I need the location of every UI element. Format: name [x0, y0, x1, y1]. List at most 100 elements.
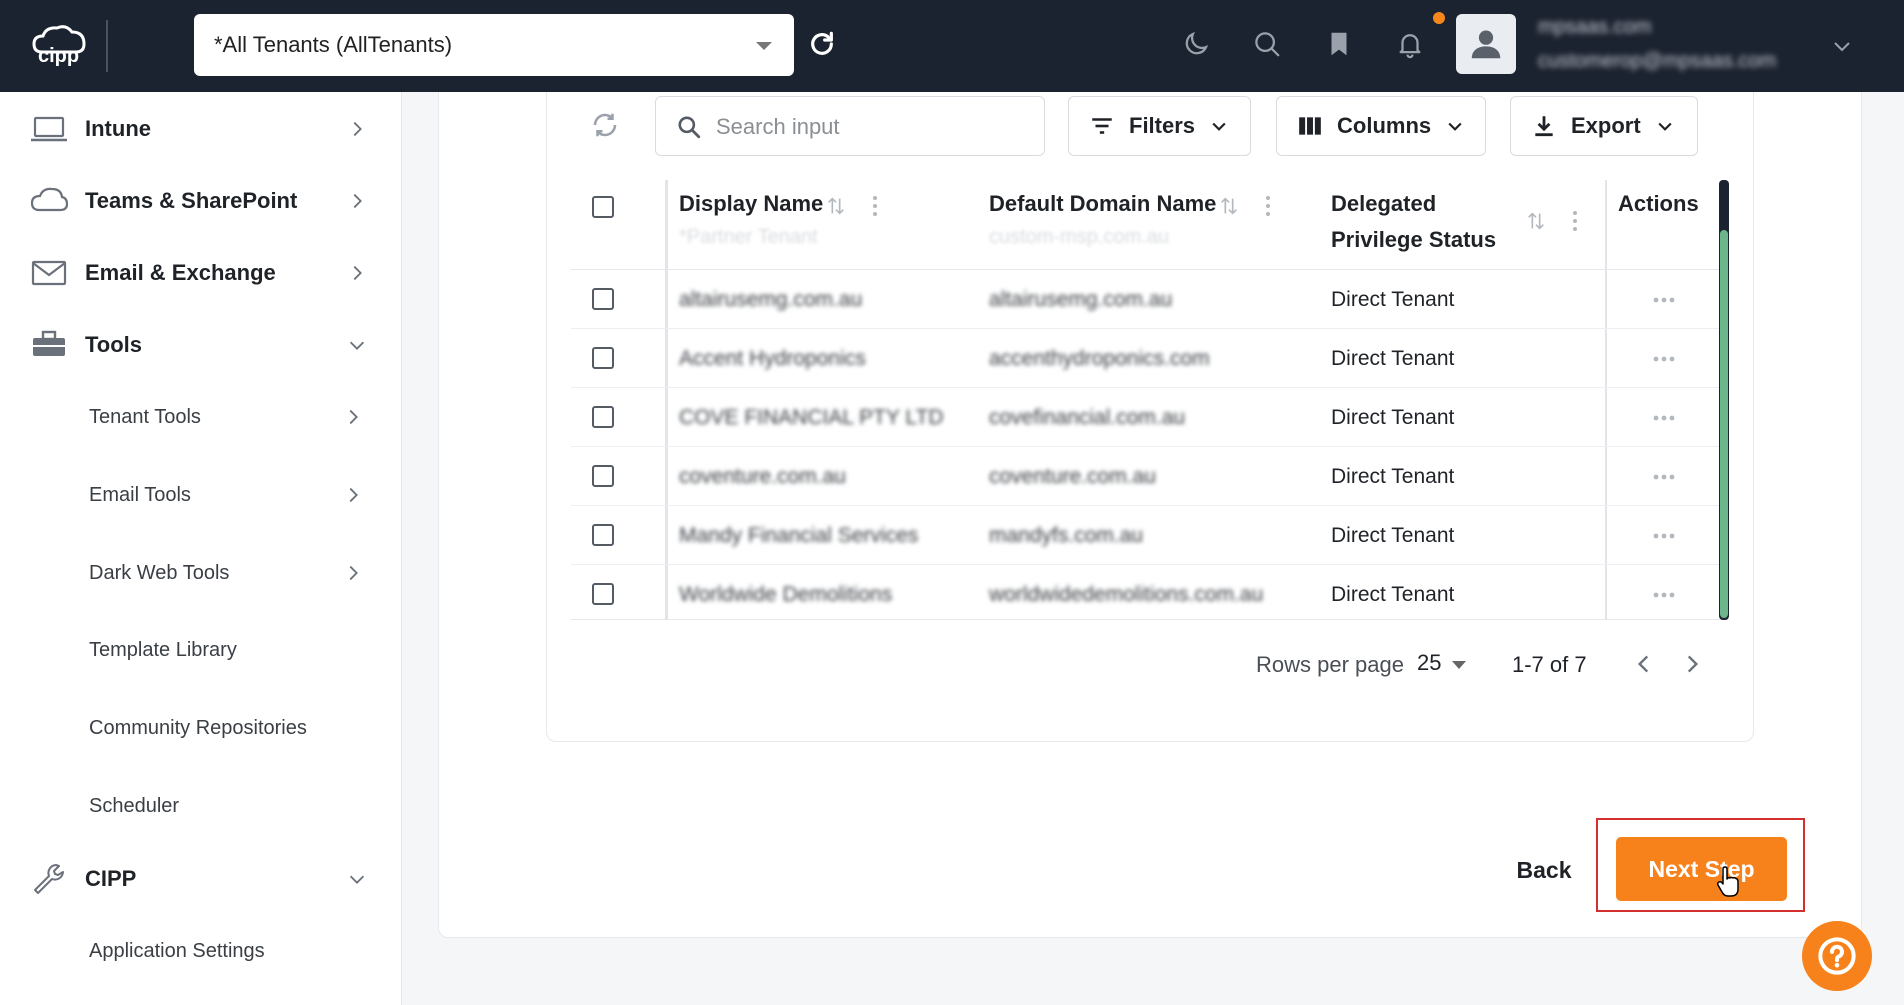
scrollbar-thumb[interactable] — [1720, 230, 1728, 618]
search-icon — [678, 116, 701, 139]
chevron-right-icon — [349, 409, 358, 425]
cipp-logo[interactable]: cipp — [30, 22, 90, 68]
column-header-display-name[interactable]: Display Name — [679, 186, 823, 222]
chevron-right-icon — [349, 565, 358, 581]
chevron-down-icon[interactable] — [1830, 34, 1854, 58]
more-horizontal-icon[interactable] — [1644, 590, 1684, 600]
row-status: Direct Tenant — [1331, 465, 1455, 488]
back-button[interactable]: Back — [1500, 852, 1588, 888]
chevron-right-icon[interactable] — [1679, 651, 1705, 677]
table-row[interactable]: Mandy Financial Services mandyfs.com.au … — [571, 506, 1729, 565]
sidebar-item-intune[interactable]: Intune — [0, 99, 402, 159]
sidebar-item-label: Application Settings — [89, 939, 265, 962]
toolbox-icon — [33, 330, 65, 356]
row-checkbox[interactable] — [592, 524, 614, 546]
table-header: *Partner Tenant custom-msp.com.au Displa… — [571, 180, 1729, 620]
column-menu-icon[interactable] — [1572, 209, 1578, 233]
sidebar-item-cipp[interactable]: CIPP — [0, 849, 402, 909]
table-row[interactable]: coventure.com.au coventure.com.au Direct… — [571, 447, 1729, 506]
sidebar-item-label: Scheduler — [89, 794, 180, 817]
search-icon[interactable] — [1252, 29, 1282, 59]
more-horizontal-icon[interactable] — [1644, 531, 1684, 541]
column-header-delegated-line1[interactable]: Delegated — [1331, 186, 1436, 222]
download-icon — [1535, 116, 1553, 137]
sidebar-item-label: Community Repositories — [89, 716, 307, 739]
row-domain: accenthydroponics.com — [989, 347, 1210, 370]
bookmark-icon[interactable] — [1324, 29, 1354, 59]
sort-icon[interactable] — [825, 195, 847, 217]
search-box — [655, 96, 1045, 156]
sidebar-item-tools[interactable]: Tools — [0, 315, 402, 375]
pagination-range: 1-7 of 7 — [1512, 652, 1587, 677]
tenant-selector-value: *All Tenants (AllTenants) — [214, 32, 453, 57]
chevron-right-icon — [353, 193, 362, 209]
table-row[interactable]: Worldwide Demolitions worldwidedemolitio… — [571, 565, 1729, 624]
row-domain: covefinancial.com.au — [989, 406, 1186, 429]
sidebar-item-teams-sharepoint[interactable]: Teams & SharePoint — [0, 171, 402, 231]
column-menu-icon[interactable] — [1265, 194, 1271, 218]
caret-down-icon[interactable] — [1452, 661, 1466, 669]
sidebar-item-label: Email & Exchange — [85, 260, 276, 285]
more-horizontal-icon[interactable] — [1644, 295, 1684, 305]
next-step-button[interactable]: Next Step — [1616, 837, 1787, 901]
row-checkbox[interactable] — [592, 583, 614, 605]
row-checkbox[interactable] — [592, 465, 614, 487]
help-button[interactable] — [1802, 921, 1872, 991]
row-checkbox[interactable] — [592, 347, 614, 369]
top-bar: cipp *All Tenants (AllTenants) mpsaas.co… — [0, 0, 1904, 92]
columns-button[interactable]: Columns — [1276, 96, 1486, 156]
bell-icon[interactable] — [1395, 29, 1425, 59]
column-header-default-domain[interactable]: Default Domain Name — [989, 186, 1216, 222]
search-input[interactable] — [716, 107, 1026, 147]
more-horizontal-icon[interactable] — [1644, 413, 1684, 423]
column-header-delegated-line2[interactable]: Privilege Status — [1331, 222, 1496, 258]
more-horizontal-icon[interactable] — [1644, 354, 1684, 364]
sidebar-item-tenant-tools[interactable]: Tenant Tools — [0, 387, 402, 447]
sidebar-item-email-exchange[interactable]: Email & Exchange — [0, 243, 402, 303]
row-status: Direct Tenant — [1331, 583, 1455, 606]
row-domain: mandyfs.com.au — [989, 524, 1144, 547]
sort-icon[interactable] — [1525, 210, 1547, 232]
row-checkbox[interactable] — [592, 406, 614, 428]
cloud-icon — [30, 187, 68, 212]
export-button[interactable]: Export — [1510, 96, 1698, 156]
hand-cursor-icon — [1716, 866, 1739, 897]
chevron-down-icon — [349, 875, 365, 884]
row-display-name: COVE FINANCIAL PTY LTD — [679, 406, 944, 429]
rows-per-page-label: Rows per page — [1256, 652, 1404, 677]
row-display-name: altairusemg.com.au — [679, 288, 863, 311]
chevron-down-icon — [756, 42, 772, 50]
table-row[interactable]: COVE FINANCIAL PTY LTD covefinancial.com… — [571, 388, 1729, 447]
sort-icon[interactable] — [1218, 195, 1240, 217]
chevron-down-icon — [1448, 122, 1462, 131]
table-row[interactable]: altairusemg.com.au altairusemg.com.au Di… — [571, 270, 1729, 329]
more-horizontal-icon[interactable] — [1644, 472, 1684, 482]
sidebar-item-label: Email Tools — [89, 483, 191, 506]
moon-icon[interactable] — [1181, 29, 1211, 59]
refresh-icon[interactable] — [806, 28, 838, 60]
filters-label: Filters — [1129, 113, 1196, 138]
rows-per-page-select[interactable]: 25 — [1417, 650, 1441, 676]
sidebar-item-community-repositories[interactable]: Community Repositories — [0, 698, 402, 758]
row-domain: altairusemg.com.au — [989, 288, 1173, 311]
sync-icon[interactable] — [590, 110, 620, 140]
row-checkbox[interactable] — [592, 288, 614, 310]
row-domain: worldwidedemolitions.com.au — [989, 583, 1264, 606]
select-all-checkbox[interactable] — [592, 196, 614, 218]
table-row[interactable]: Accent Hydroponics accenthydroponics.com… — [571, 329, 1729, 388]
sidebar-item-application-settings[interactable]: Application Settings — [0, 921, 402, 981]
sidebar-item-label: Tools — [85, 332, 143, 357]
sidebar-item-dark-web-tools[interactable]: Dark Web Tools — [0, 543, 402, 603]
sidebar-item-label: Template Library — [89, 638, 237, 661]
avatar[interactable] — [1456, 14, 1516, 74]
column-menu-icon[interactable] — [872, 194, 878, 218]
tenant-selector[interactable]: *All Tenants (AllTenants) — [194, 14, 794, 76]
ghost-row-display-name: *Partner Tenant — [679, 226, 818, 248]
laptop-icon — [31, 116, 67, 142]
chevron-left-icon[interactable] — [1631, 651, 1657, 677]
sidebar-item-scheduler[interactable]: Scheduler — [0, 776, 402, 836]
chevron-down-icon — [1658, 122, 1672, 131]
sidebar-item-template-library[interactable]: Template Library — [0, 620, 402, 680]
sidebar-item-email-tools[interactable]: Email Tools — [0, 465, 402, 525]
filters-button[interactable]: Filters — [1068, 96, 1251, 156]
